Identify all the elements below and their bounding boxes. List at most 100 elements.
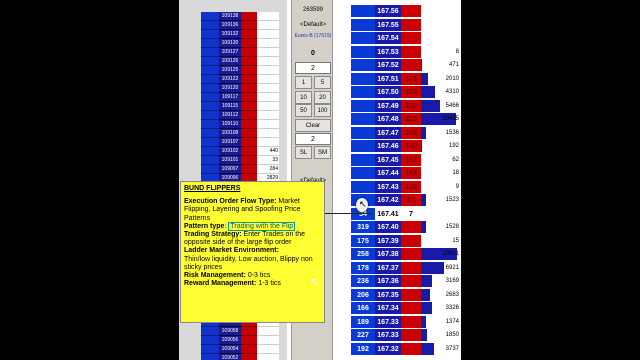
bid-size-cell[interactable] [351, 153, 375, 166]
ask-size-cell[interactable] [401, 288, 421, 301]
mini-sell-cell[interactable] [241, 336, 257, 345]
mini-buy-cell[interactable] [201, 165, 219, 174]
ladder-row[interactable]: 167.47 268 1536 [351, 126, 461, 140]
clear-button[interactable]: Clear [295, 119, 331, 132]
mini-sell-cell[interactable] [241, 21, 257, 30]
bid-size-cell[interactable]: 236 [351, 275, 375, 287]
ask-size-cell[interactable] [401, 45, 421, 58]
mini-buy-cell[interactable] [201, 57, 219, 66]
mini-buy-cell[interactable] [201, 354, 219, 360]
mini-ladder-row[interactable]: 109136 [179, 21, 287, 30]
ladder-row[interactable]: 227 167.33 1850 [351, 329, 461, 342]
mini-buy-cell[interactable] [201, 39, 219, 48]
mini-sell-cell[interactable] [241, 75, 257, 84]
bid-size-cell[interactable] [351, 180, 375, 193]
mini-sell-cell[interactable] [241, 345, 257, 354]
ask-size-cell[interactable]: 268 [401, 126, 421, 139]
mini-buy-cell[interactable] [201, 21, 219, 30]
bid-size-cell[interactable]: 175 [351, 234, 375, 247]
mini-ladder-row[interactable]: 109056 [179, 336, 287, 345]
mini-sell-cell[interactable] [241, 48, 257, 57]
mini-sell-cell[interactable] [241, 84, 257, 93]
ask-size-cell[interactable] [401, 315, 421, 328]
mini-ladder-row[interactable]: 109054 [179, 345, 287, 354]
mini-buy-cell[interactable] [201, 129, 219, 138]
ladder-row[interactable]: 189 167.33 1374 [351, 315, 461, 329]
mini-ladder-row[interactable]: 109097 284 [179, 165, 287, 174]
mini-sell-cell[interactable] [241, 129, 257, 138]
mini-buy-cell[interactable] [201, 138, 219, 147]
mini-sell-cell[interactable] [241, 30, 257, 39]
bid-size-cell[interactable]: 258 [351, 248, 375, 260]
mini-buy-cell[interactable] [201, 111, 219, 120]
mini-sell-cell[interactable] [241, 93, 257, 102]
ask-size-cell[interactable]: 148 [401, 167, 421, 179]
bid-size-cell[interactable] [351, 45, 375, 58]
ask-size-cell[interactable] [401, 5, 421, 17]
mini-ladder-row[interactable]: 109052 [179, 354, 287, 360]
mini-sell-cell[interactable] [241, 327, 257, 336]
mini-buy-cell[interactable] [201, 336, 219, 345]
mini-sell-cell[interactable] [241, 147, 257, 156]
mini-ladder-row[interactable]: 109125 [179, 66, 287, 75]
ladder-row[interactable]: 167.48 225 10425 [351, 113, 461, 126]
ask-size-cell[interactable] [401, 302, 421, 314]
bid-size-cell[interactable]: 178 [351, 261, 375, 274]
mini-ladder-row[interactable]: 109132 [179, 30, 287, 39]
quantity-display[interactable]: 2 [295, 133, 331, 145]
mini-buy-cell[interactable] [201, 84, 219, 93]
ladder-row[interactable]: 167.52 471 [351, 59, 461, 72]
mini-buy-cell[interactable] [201, 345, 219, 354]
ask-size-cell[interactable]: 176 [401, 72, 421, 85]
mini-sell-cell[interactable] [241, 165, 257, 174]
ask-size-cell[interactable]: 225 [401, 113, 421, 125]
bid-size-cell[interactable]: 189 [351, 315, 375, 328]
ask-size-cell[interactable]: 45 [401, 194, 421, 206]
ask-size-cell[interactable] [401, 221, 421, 233]
bid-size-cell[interactable] [351, 113, 375, 125]
bid-size-cell[interactable]: 227 [351, 329, 375, 341]
bid-size-cell[interactable] [351, 99, 375, 112]
qty-1-button[interactable]: 1 [295, 76, 312, 89]
qty-10-button[interactable]: 10 [295, 91, 312, 104]
ask-size-cell[interactable]: 7 [401, 207, 421, 220]
ask-size-cell[interactable]: 263 [401, 99, 421, 112]
qty-20-button[interactable]: 20 [314, 91, 331, 104]
mini-ladder-row[interactable]: 109112 [179, 111, 287, 120]
ladder-row[interactable]: 167.46 190 192 [351, 140, 461, 153]
mini-sell-cell[interactable] [241, 39, 257, 48]
ask-size-cell[interactable]: 190 [401, 140, 421, 152]
mini-buy-cell[interactable] [201, 147, 219, 156]
bid-size-cell[interactable] [351, 72, 375, 85]
mini-buy-cell[interactable] [201, 30, 219, 39]
mini-buy-cell[interactable] [201, 327, 219, 336]
mini-ladder-row[interactable]: 109138 [179, 12, 287, 21]
mini-sell-cell[interactable] [241, 138, 257, 147]
ladder-row[interactable]: 236 167.36 3169 [351, 275, 461, 288]
mini-sell-cell[interactable] [241, 57, 257, 66]
ladder-row[interactable]: 34 167.41 7 [351, 207, 461, 221]
mini-ladder-row[interactable]: 109110 [179, 120, 287, 129]
ladder-row[interactable]: 258 167.38 10901 [351, 248, 461, 261]
sl-button[interactable]: SL [295, 146, 312, 159]
ladder-row[interactable]: 167.43 193 9 [351, 180, 461, 194]
mini-buy-cell[interactable] [201, 12, 219, 21]
mini-ladder-row[interactable]: 109058 [179, 327, 287, 336]
mini-ladder-row[interactable]: 109101 33 [179, 156, 287, 165]
mini-ladder-row[interactable]: 109130 [179, 39, 287, 48]
ladder-row[interactable]: 167.44 148 18 [351, 167, 461, 180]
ladder-row[interactable]: 167.51 176 2010 [351, 72, 461, 86]
bid-size-cell[interactable] [351, 32, 375, 44]
ask-size-cell[interactable]: 157 [401, 153, 421, 166]
ask-size-cell[interactable] [401, 32, 421, 44]
mini-sell-cell[interactable] [241, 66, 257, 75]
ask-size-cell[interactable]: 259 [401, 86, 421, 98]
bid-size-cell[interactable]: 319 [351, 221, 375, 233]
bid-size-cell[interactable] [351, 18, 375, 31]
ladder-row[interactable]: 167.49 263 5466 [351, 99, 461, 113]
ladder-row[interactable]: 167.53 8 [351, 45, 461, 59]
mini-ladder-row[interactable]: 109126 [179, 57, 287, 66]
mini-sell-cell[interactable] [241, 354, 257, 360]
bid-size-cell[interactable] [351, 86, 375, 98]
qty-100-button[interactable]: 100 [314, 104, 331, 117]
